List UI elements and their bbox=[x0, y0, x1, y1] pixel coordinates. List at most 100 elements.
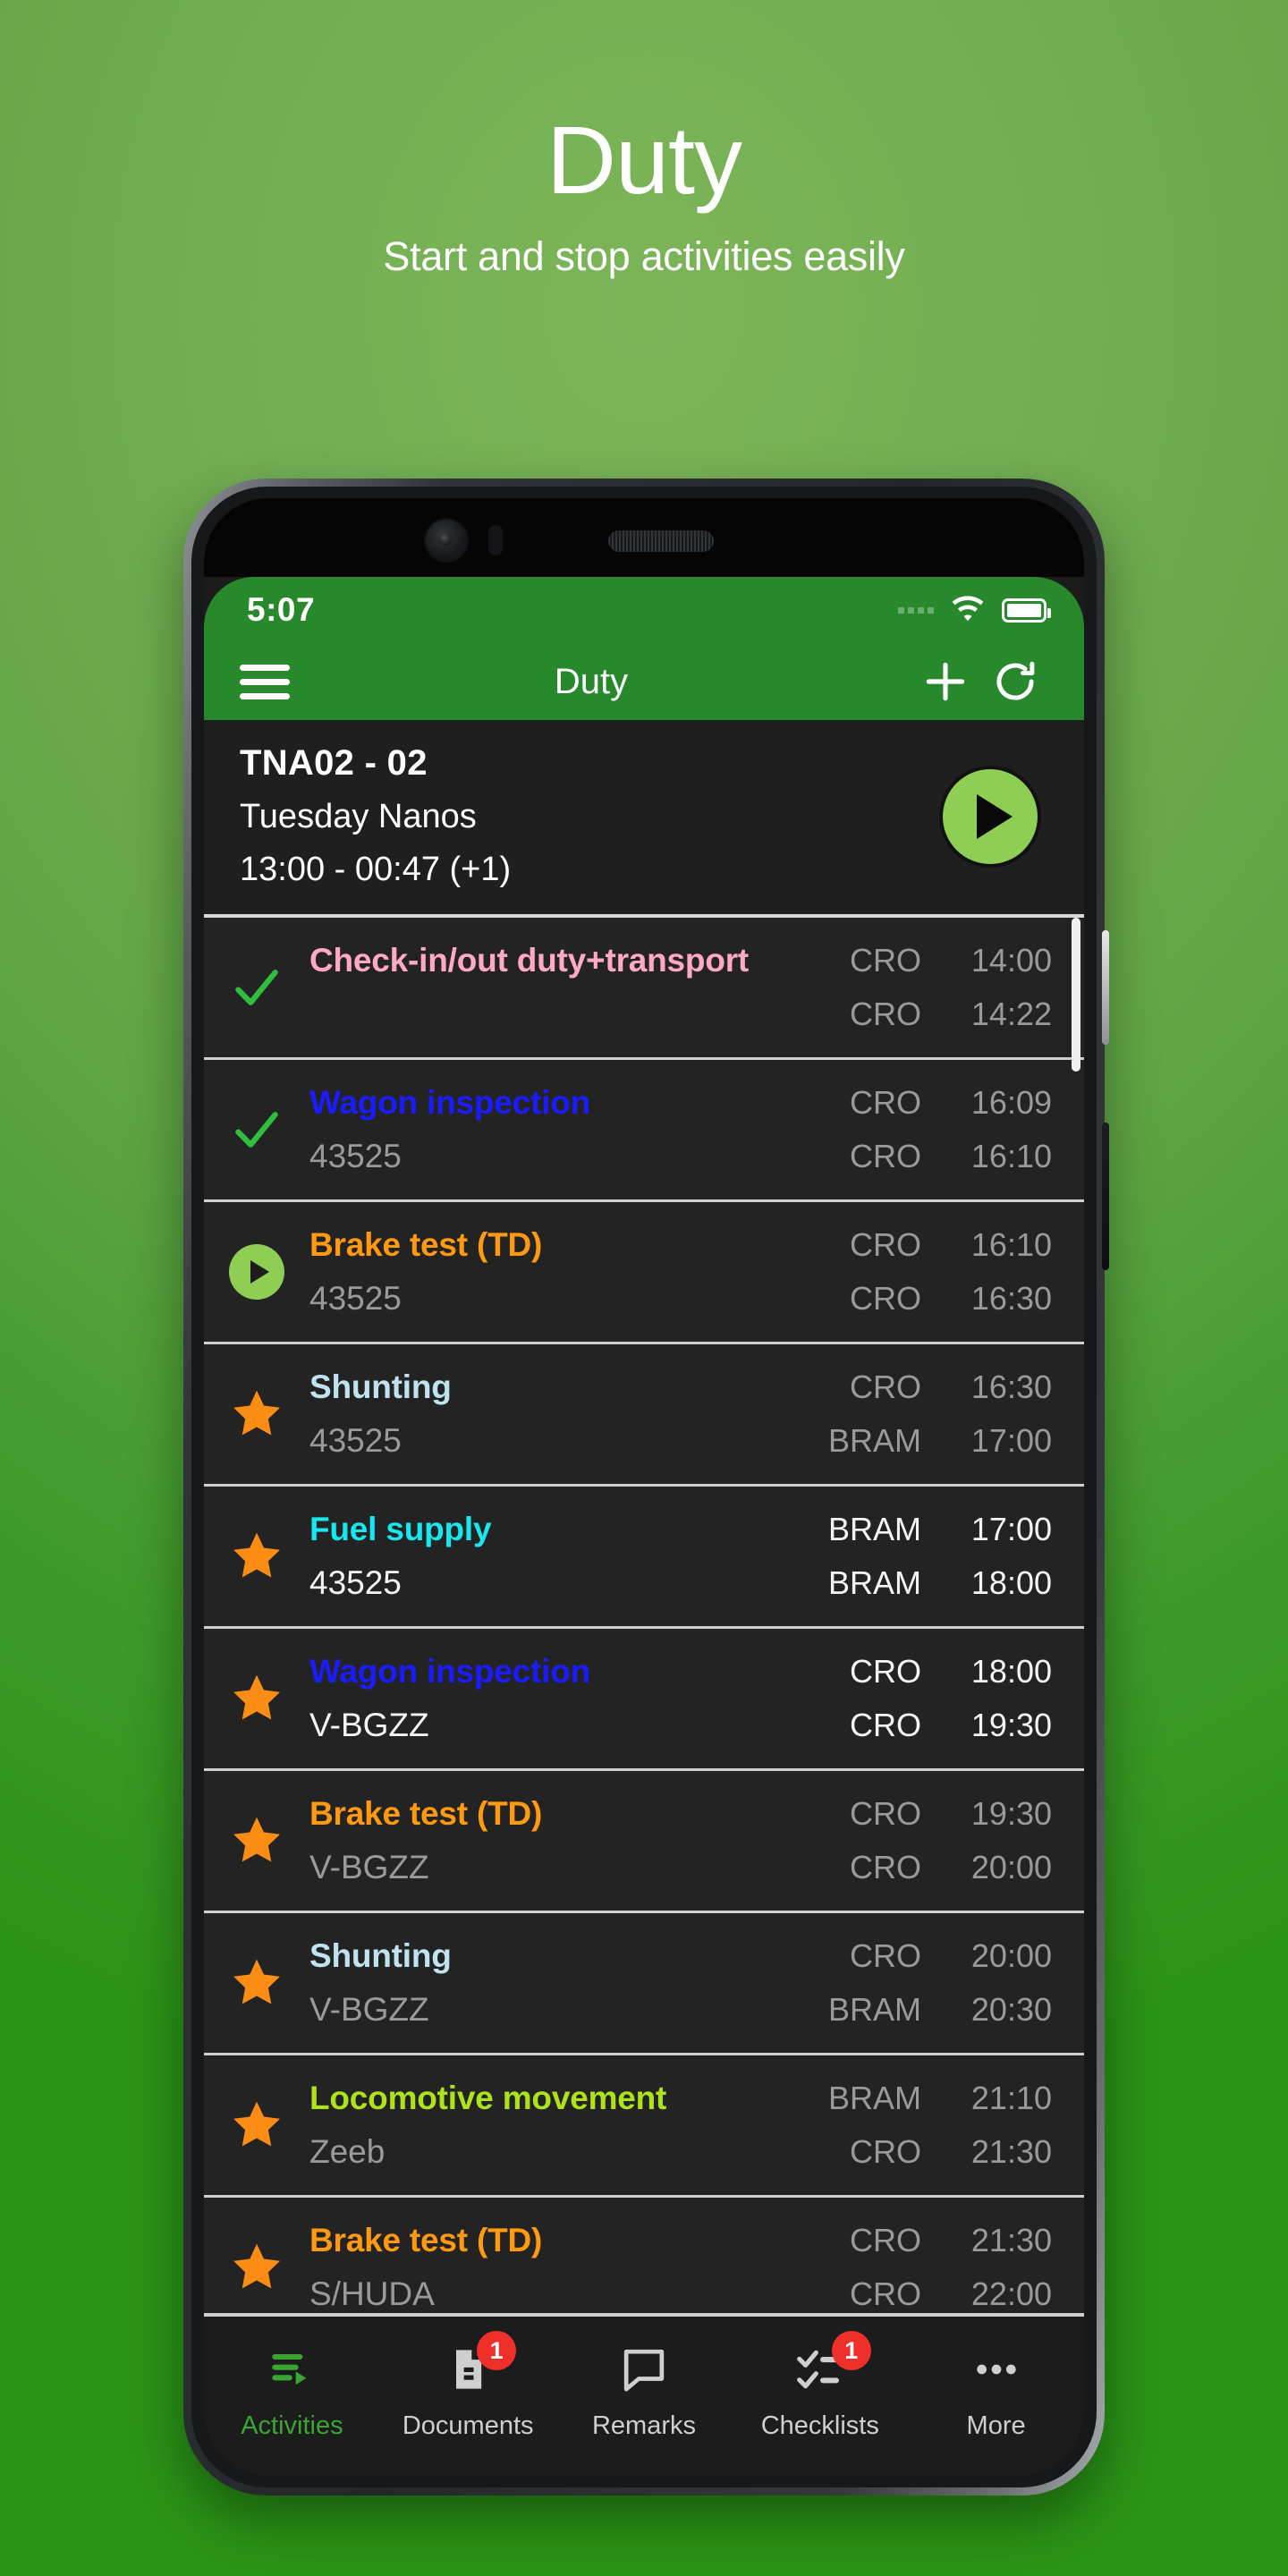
star-icon bbox=[233, 1390, 281, 1436]
activity-end: CRO 19:30 bbox=[816, 1707, 1052, 1744]
nav-item-label: Checklists bbox=[760, 2411, 879, 2440]
nav-item-label: More bbox=[966, 2411, 1026, 2440]
promo-header: Duty Start and stop activities easily bbox=[0, 0, 1288, 280]
phone-mockup: 5:07 Duty TNA02 - 02 Tuesday Nanos 13:00… bbox=[183, 479, 1109, 2496]
activity-subtitle: V-BGZZ bbox=[309, 1707, 429, 1743]
activity-list[interactable]: Check-in/out duty+transport CRO 14:00 CRO 14… bbox=[204, 918, 1084, 2313]
activity-start-location: CRO bbox=[850, 1226, 921, 1263]
activity-start: BRAM 17:00 bbox=[816, 1511, 1052, 1548]
activity-row[interactable]: Wagon inspection CRO 18:00 V-BGZZ CRO 19:30 bbox=[204, 1629, 1084, 1771]
activity-title: Brake test (TD) bbox=[309, 1226, 543, 1263]
activity-status-icon[interactable] bbox=[204, 1065, 309, 1194]
activity-end-time: 16:30 bbox=[970, 1280, 1052, 1317]
duty-time-range: 13:00 - 00:47 (+1) bbox=[240, 851, 512, 888]
activity-row[interactable]: Shunting CRO 16:30 43525 BRAM 17:00 bbox=[204, 1344, 1084, 1487]
activity-start: CRO 16:10 bbox=[816, 1226, 1052, 1264]
earpiece-speaker-icon bbox=[608, 530, 714, 552]
activity-title: Wagon inspection bbox=[309, 1084, 591, 1121]
activity-start-time: 17:00 bbox=[970, 1511, 1052, 1547]
activity-row[interactable]: Wagon inspection CRO 16:09 43525 CRO 16:10 bbox=[204, 1060, 1084, 1202]
activity-start-time: 21:10 bbox=[970, 2080, 1052, 2116]
activity-start-time: 16:10 bbox=[970, 1226, 1052, 1263]
activity-end-time: 20:00 bbox=[970, 1849, 1052, 1885]
activity-row[interactable]: Locomotive movement BRAM 21:10 Zeeb CRO 21:30 bbox=[204, 2055, 1084, 2198]
nav-item-label: Documents bbox=[402, 2411, 534, 2440]
activity-row[interactable]: Check-in/out duty+transport CRO 14:00 CRO 14… bbox=[204, 918, 1084, 1060]
activity-status-icon[interactable] bbox=[204, 1350, 309, 1479]
refresh-icon[interactable] bbox=[980, 657, 1050, 706]
check-icon bbox=[235, 970, 278, 1005]
nav-item-activities[interactable]: Activities bbox=[204, 2340, 380, 2441]
activity-row[interactable]: Brake test (TD) CRO 19:30 V-BGZZ CRO 20:00 bbox=[204, 1771, 1084, 1913]
activity-end: BRAM 20:30 bbox=[816, 1991, 1052, 2029]
activity-status-icon[interactable] bbox=[204, 1492, 309, 1621]
activity-row[interactable]: Brake test (TD) CRO 16:10 43525 CRO 16:30 bbox=[204, 1202, 1084, 1344]
status-bar: 5:07 bbox=[204, 577, 1084, 643]
start-duty-button[interactable] bbox=[939, 765, 1041, 868]
plus-icon[interactable] bbox=[911, 657, 980, 707]
nav-item-more[interactable]: More bbox=[908, 2340, 1084, 2441]
bottom-navigation: Activities 1 Documents Remarks 1 Checklists Mo… bbox=[204, 2313, 1084, 2476]
activity-end-time: 20:30 bbox=[970, 1991, 1052, 2028]
page-subtitle: Start and stop activities easily bbox=[383, 233, 905, 279]
duty-name: Tuesday Nanos bbox=[240, 798, 477, 835]
activity-status-icon[interactable] bbox=[204, 1634, 309, 1763]
play-icon bbox=[977, 793, 1013, 839]
activity-status-icon[interactable] bbox=[204, 2203, 309, 2313]
activity-status-icon[interactable] bbox=[204, 1919, 309, 2047]
page-title: Duty bbox=[546, 106, 742, 214]
activity-start: CRO 20:00 bbox=[816, 1937, 1052, 1975]
activity-subtitle: V-BGZZ bbox=[309, 1849, 429, 1885]
activity-title: Fuel supply bbox=[309, 1511, 492, 1547]
play-circle-icon[interactable] bbox=[229, 1244, 284, 1300]
activity-end: CRO 16:30 bbox=[816, 1280, 1052, 1318]
activity-title: Wagon inspection bbox=[309, 1653, 591, 1690]
activity-row[interactable]: Fuel supply BRAM 17:00 43525 BRAM 18:00 bbox=[204, 1487, 1084, 1629]
activity-end-time: 14:22 bbox=[970, 996, 1052, 1032]
duty-code: TNA02 - 02 bbox=[240, 743, 428, 783]
activity-end-time: 17:00 bbox=[970, 1422, 1052, 1459]
activity-end-location: CRO bbox=[850, 2275, 921, 2312]
activity-end: CRO 14:22 bbox=[816, 996, 1052, 1033]
star-icon bbox=[233, 1532, 281, 1578]
activity-status-icon[interactable] bbox=[204, 923, 309, 1052]
activity-end-location: BRAM bbox=[827, 1991, 921, 2028]
activity-start: CRO 19:30 bbox=[816, 1795, 1052, 1833]
volume-button[interactable] bbox=[1102, 930, 1109, 1045]
activity-title: Locomotive movement bbox=[309, 2080, 667, 2116]
activity-end: CRO 20:00 bbox=[816, 1849, 1052, 1886]
activity-start-location: CRO bbox=[850, 2222, 921, 2258]
nav-item-label: Remarks bbox=[591, 2411, 696, 2440]
activity-start-location: BRAM bbox=[827, 1511, 921, 1547]
activity-row[interactable]: Brake test (TD) CRO 21:30 S/HUDA CRO 22:00 bbox=[204, 2198, 1084, 2313]
activity-title: Shunting bbox=[309, 1368, 452, 1405]
nav-item-documents[interactable]: 1 Documents bbox=[380, 2331, 556, 2441]
activity-end: BRAM 18:00 bbox=[816, 1564, 1052, 1602]
activity-end: CRO 21:30 bbox=[816, 2133, 1052, 2171]
phone-notch bbox=[204, 498, 1084, 577]
activity-end: CRO 16:10 bbox=[816, 1138, 1052, 1175]
activity-end-time: 18:00 bbox=[970, 1564, 1052, 1601]
activity-start-time: 16:09 bbox=[970, 1084, 1052, 1121]
activity-end-location: BRAM bbox=[827, 1422, 921, 1459]
nav-badge: 1 bbox=[831, 2331, 871, 2370]
nav-item-remarks[interactable]: Remarks bbox=[556, 2340, 733, 2441]
activity-start-location: CRO bbox=[850, 1368, 921, 1405]
activity-title: Brake test (TD) bbox=[309, 2222, 543, 2258]
activity-status-icon[interactable] bbox=[204, 1776, 309, 1905]
scrollbar-thumb[interactable] bbox=[1072, 918, 1080, 1072]
activity-status-icon[interactable] bbox=[204, 1208, 309, 1336]
status-clock: 5:07 bbox=[247, 591, 316, 628]
activity-subtitle: 43525 bbox=[309, 1138, 402, 1174]
duty-header-card[interactable]: TNA02 - 02 Tuesday Nanos 13:00 - 00:47 (… bbox=[204, 720, 1084, 918]
activity-subtitle: 43525 bbox=[309, 1564, 402, 1601]
activity-start-time: 16:30 bbox=[970, 1368, 1052, 1405]
activity-status-icon[interactable] bbox=[204, 2061, 309, 2190]
activity-row[interactable]: Shunting CRO 20:00 V-BGZZ BRAM 20:30 bbox=[204, 1913, 1084, 2055]
activity-end-time: 16:10 bbox=[970, 1138, 1052, 1174]
activity-start-location: CRO bbox=[850, 1084, 921, 1121]
activity-subtitle: S/HUDA bbox=[309, 2275, 435, 2312]
nav-item-checklists[interactable]: 1 Checklists bbox=[732, 2331, 908, 2441]
power-button[interactable] bbox=[1102, 1123, 1109, 1270]
comment-icon bbox=[623, 2349, 665, 2392]
